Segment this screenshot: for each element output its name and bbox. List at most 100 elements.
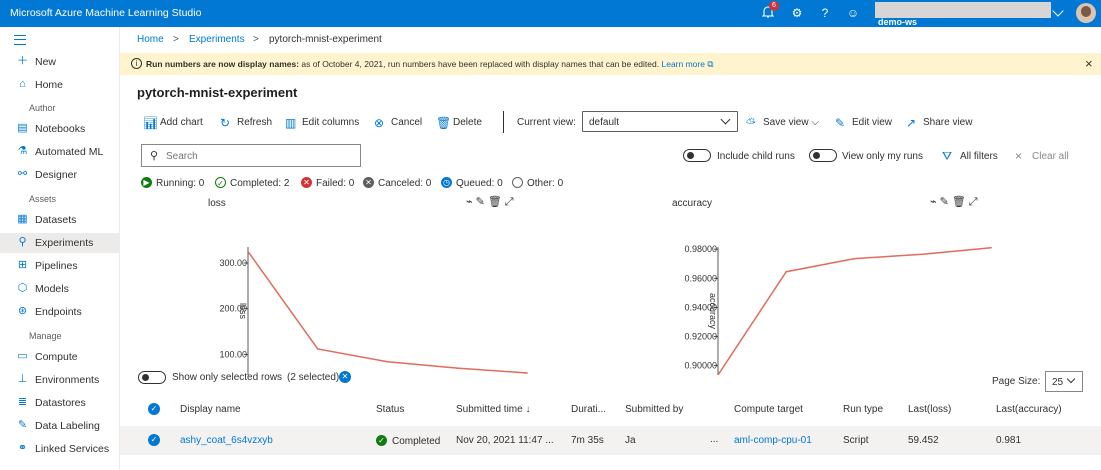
run-submitted-by: Ja — [625, 435, 636, 446]
sidebar-item-models[interactable]: ⬡ Models — [0, 279, 119, 299]
environment-icon: ⊥ — [17, 373, 28, 385]
column-header[interactable]: Status — [376, 404, 404, 415]
app-title: Microsoft Azure Machine Learning Studio — [10, 7, 202, 19]
sidebar-item-label: Designer — [35, 169, 78, 181]
chevron-down-icon[interactable] — [1052, 5, 1064, 17]
sidebar-item-label: Home — [35, 79, 64, 91]
breadcrumb-experiments-link[interactable]: Experiments — [189, 34, 245, 45]
sidebar-item-label: Datastores — [35, 397, 86, 409]
run-status: Completed — [392, 436, 441, 447]
info-banner: i Run numbers are now display names: as … — [120, 53, 1101, 75]
refresh-icon: ↻ — [220, 116, 231, 130]
status-count-label: Failed: 0 — [316, 178, 355, 189]
column-header[interactable]: Submitted time ↓ — [456, 404, 530, 415]
save-view-button[interactable]: ⛅︎ Save view ⌵ — [746, 116, 824, 132]
workspace-name: demo-ws — [878, 17, 918, 27]
more-options-icon[interactable]: ... — [710, 434, 718, 445]
run-duration: 7m 35s — [571, 435, 604, 446]
current-view-value: default — [589, 117, 620, 128]
sidebar-item-environments[interactable]: ⊥ Environments — [0, 370, 119, 390]
designer-icon: ⚯ — [17, 168, 28, 180]
column-header[interactable]: Compute target — [734, 404, 803, 415]
share-view-button[interactable]: ↗ Share view — [906, 116, 976, 132]
learn-more-link[interactable]: Learn more — [661, 59, 704, 69]
sidebar: ＋ New ⌂ Home Author ▤ Notebooks ⚗ Automa… — [0, 27, 120, 470]
sidebar-item-experiments[interactable]: ⚲ Experiments — [0, 233, 119, 253]
clear-icon[interactable]: × — [1015, 149, 1022, 163]
all-filters-button[interactable]: All filters — [960, 151, 998, 162]
cube-icon: ⬡ — [17, 282, 28, 294]
avatar[interactable] — [1076, 3, 1096, 23]
refresh-button[interactable]: ↻ Refresh — [220, 116, 275, 132]
show-only-selected-toggle[interactable] — [138, 371, 166, 384]
edit-view-button[interactable]: ✎ Edit view — [835, 116, 897, 132]
search-field[interactable] — [166, 149, 346, 163]
add-chart-button[interactable]: 📊︎ Add chart — [143, 116, 213, 132]
column-header[interactable]: Display name — [180, 404, 241, 415]
circle-icon — [512, 177, 523, 188]
link-icon: ⚭ — [17, 442, 28, 454]
close-icon[interactable]: × — [1085, 56, 1093, 71]
run-display-name-link[interactable]: ashy_coat_6s4vzxyb — [180, 435, 273, 446]
current-view-dropdown[interactable]: default — [582, 111, 738, 132]
data-point — [990, 246, 992, 249]
sidebar-item-notebooks[interactable]: ▤ Notebooks — [0, 119, 119, 139]
sidebar-item-automated-ml[interactable]: ⚗ Automated ML — [0, 142, 119, 162]
smiley-icon[interactable]: ☺ — [845, 5, 861, 21]
y-tick-label: 0.90000 — [684, 361, 717, 371]
sidebar-item-compute[interactable]: ▭ Compute — [0, 347, 119, 367]
share-icon: ↗ — [906, 116, 917, 130]
data-point — [386, 360, 389, 363]
chevron-right-icon: > — [253, 34, 259, 45]
compute-target-link[interactable]: aml-comp-cpu-01 — [734, 435, 812, 446]
delete-button[interactable]: 🗑︎ Delete — [436, 116, 486, 132]
clear-all-button[interactable]: Clear all — [1032, 151, 1069, 162]
select-all-checkbox[interactable]: ✓ — [148, 403, 160, 415]
data-point — [456, 367, 459, 369]
column-header[interactable]: Last(loss) — [908, 404, 951, 415]
sidebar-item-new[interactable]: ＋ New — [0, 52, 119, 72]
sidebar-item-pipelines[interactable]: ⊞ Pipelines — [0, 256, 119, 276]
edit-columns-button[interactable]: ▥ Edit columns — [285, 116, 365, 132]
run-last-loss: 59.452 — [908, 435, 939, 446]
save-view-label: Save view ⌵ — [763, 117, 819, 128]
hamburger-menu-icon[interactable] — [14, 35, 26, 45]
column-header[interactable]: Last(accuracy) — [996, 404, 1062, 415]
account-directory-box[interactable] — [875, 2, 1051, 18]
column-header[interactable]: Run type — [843, 404, 883, 415]
sidebar-item-datasets[interactable]: ▦ Datasets — [0, 210, 119, 230]
sidebar-item-data-labeling[interactable]: ✎ Data Labeling — [0, 416, 119, 436]
pipeline-icon: ⊞ — [17, 259, 28, 271]
search-input[interactable]: ⚲ — [141, 144, 361, 167]
view-only-my-runs-toggle[interactable] — [809, 149, 837, 162]
gear-icon[interactable]: ⚙ — [789, 5, 805, 21]
y-axis-label: accuracy — [708, 293, 718, 330]
help-icon[interactable]: ? — [817, 5, 833, 21]
column-header[interactable]: Durati... — [571, 404, 606, 415]
sidebar-item-designer[interactable]: ⚯ Designer — [0, 165, 119, 185]
sidebar-item-endpoints[interactable]: ⊛ Endpoints — [0, 302, 119, 322]
sidebar-item-linked-services[interactable]: ⚭ Linked Services — [0, 439, 119, 459]
include-child-runs-toggle[interactable] — [683, 149, 711, 162]
sidebar-item-home[interactable]: ⌂ Home — [0, 75, 119, 95]
sidebar-item-label: Data Labeling — [35, 420, 100, 432]
sidebar-item-datastores[interactable]: ≣ Datastores — [0, 393, 119, 413]
cancel-button[interactable]: ⊗ Cancel — [374, 116, 426, 132]
y-tick-label: 100.00 — [219, 349, 247, 359]
page-size-dropdown[interactable]: 25 — [1045, 371, 1083, 392]
status-count-label: Completed: 2 — [230, 178, 290, 189]
check-circle-icon: ✓ — [376, 435, 387, 446]
flask-icon: ⚲ — [18, 236, 27, 248]
canceled-icon: ✕ — [363, 177, 374, 188]
automl-icon: ⚗ — [17, 145, 28, 157]
pencil-icon: ✎ — [835, 116, 846, 130]
row-checkbox[interactable]: ✓ — [148, 434, 160, 446]
filter-icon[interactable]: ⛛ — [942, 149, 952, 164]
column-header[interactable]: Submitted by — [625, 404, 683, 415]
breadcrumb-home-link[interactable]: Home — [137, 34, 164, 45]
clear-selection-icon[interactable]: ✕ — [339, 371, 351, 383]
sidebar-item-label: Pipelines — [35, 260, 78, 272]
chevron-down-icon — [1066, 374, 1076, 384]
table-row[interactable]: ✓ ashy_coat_6s4vzxyb ✓ Completed Nov 20,… — [120, 426, 1101, 455]
data-point — [316, 348, 319, 350]
